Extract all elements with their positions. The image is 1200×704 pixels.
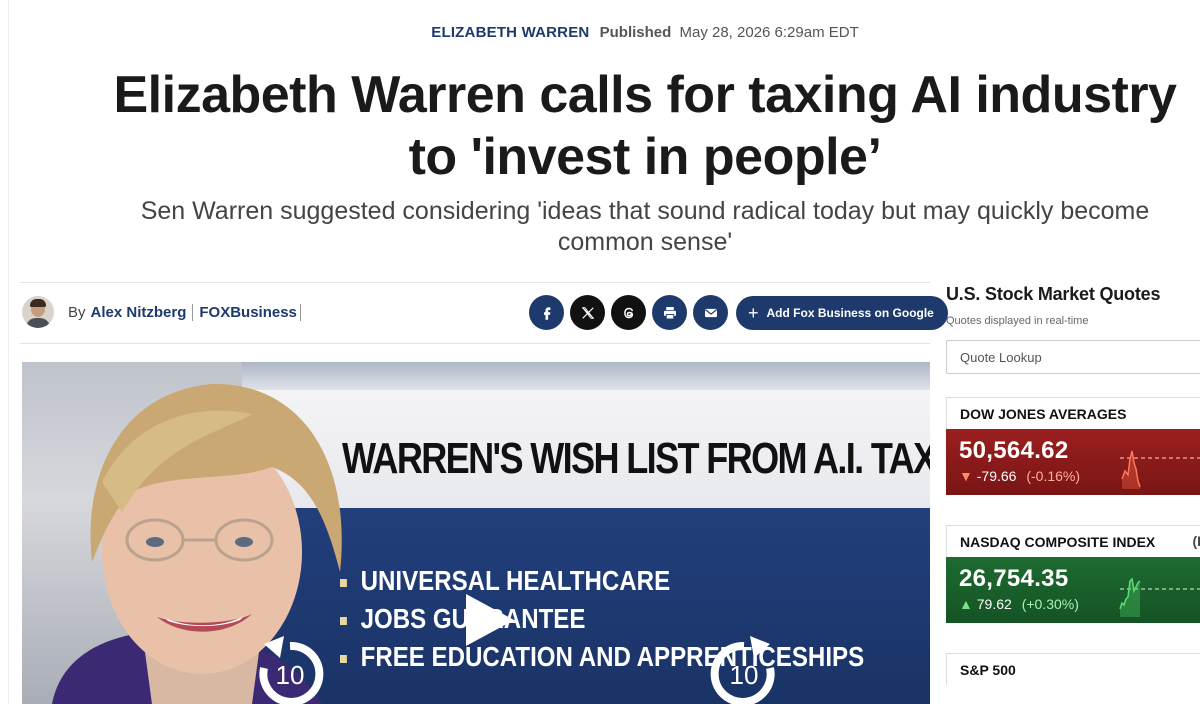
- rewind-icon: 10: [259, 636, 324, 704]
- stock-quotes-sidebar: U.S. Stock Market Quotes Quotes displaye…: [946, 284, 1200, 685]
- market-name: DOW JONES AVERAGES: [946, 397, 1200, 429]
- plus-icon: +: [748, 302, 759, 323]
- down-arrow-icon: ▼: [959, 468, 973, 484]
- play-icon[interactable]: [458, 590, 518, 650]
- market-name: NASDAQ COMPOSITE INDEX (I: [946, 525, 1200, 557]
- sidebar-subtitle: Quotes displayed in real-time: [946, 315, 1089, 327]
- market-dow[interactable]: DOW JONES AVERAGES 50,564.62 ▼ -79.66 (-…: [946, 397, 1200, 495]
- published-date: May 28, 2026 6:29am EDT: [679, 24, 859, 41]
- divider: [20, 282, 930, 283]
- market-sp500[interactable]: S&P 500: [946, 653, 1200, 685]
- threads-icon: [623, 307, 633, 318]
- x-share-button[interactable]: [570, 295, 605, 330]
- facebook-icon: [543, 306, 550, 320]
- share-bar: + Add Fox Business on Google: [529, 295, 948, 330]
- skip-forward-button[interactable]: 10: [704, 632, 784, 704]
- list-item: UNIVERSAL HEALTHCARE: [340, 562, 864, 600]
- market-name: S&P 500: [946, 653, 1200, 685]
- author-topic-link[interactable]: ELIZABETH WARREN: [431, 24, 589, 41]
- outlet-link[interactable]: FOXBusiness: [199, 303, 301, 321]
- sparkline-icon: [1120, 450, 1200, 489]
- add-google-label: Add Fox Business on Google: [766, 305, 934, 320]
- list-item: FREE EDUCATION AND APPRENTICESHIPS: [340, 638, 864, 676]
- market-card: 26,754.35 ▲ 79.62 (+0.30%): [946, 557, 1200, 623]
- sidebar-title: U.S. Stock Market Quotes: [946, 284, 1161, 304]
- quote-lookup-input[interactable]: Quote Lookup: [946, 340, 1200, 374]
- author-avatar[interactable]: [22, 296, 54, 328]
- skip-forward-seconds: 10: [730, 660, 759, 690]
- article-meta: ELIZABETH WARREN Published May 28, 2026 …: [0, 24, 1200, 41]
- video-graphic-title: WARREN'S WISH LIST FROM A.I. TAXES: [342, 434, 930, 483]
- video-graphic-bullets: UNIVERSAL HEALTHCARE JOBS GUARANTEE FREE…: [340, 562, 864, 676]
- skip-back-button[interactable]: 10: [250, 632, 330, 704]
- print-icon: [663, 306, 676, 319]
- email-share-button[interactable]: [693, 295, 728, 330]
- email-icon: [704, 308, 717, 317]
- divider: [20, 343, 930, 344]
- article-subheadline: Sen Warren suggested considering 'ideas …: [140, 197, 1150, 256]
- skip-back-seconds: 10: [276, 660, 305, 690]
- add-fox-business-google-button[interactable]: + Add Fox Business on Google: [736, 295, 948, 330]
- up-arrow-icon: ▲: [959, 596, 973, 612]
- by-label: By: [68, 303, 86, 321]
- article-headline: Elizabeth Warren calls for taxing AI ind…: [113, 66, 1177, 186]
- market-nasdaq[interactable]: NASDAQ COMPOSITE INDEX (I 26,754.35 ▲ 79…: [946, 525, 1200, 623]
- sparkline-icon: [1119, 577, 1200, 617]
- facebook-share-button[interactable]: [529, 295, 564, 330]
- fast-forward-icon: 10: [710, 636, 775, 704]
- print-button[interactable]: [652, 295, 687, 330]
- x-icon: [581, 306, 594, 319]
- market-card: 50,564.62 ▼ -79.66 (-0.16%): [946, 429, 1200, 495]
- published-label: Published: [599, 24, 672, 41]
- list-item: JOBS GUARANTEE: [340, 600, 864, 638]
- video-player[interactable]: WARREN'S WISH LIST FROM A.I. TAXES UNIVE…: [22, 362, 930, 704]
- threads-share-button[interactable]: [611, 295, 646, 330]
- author-name-link[interactable]: Alex Nitzberg: [91, 303, 194, 321]
